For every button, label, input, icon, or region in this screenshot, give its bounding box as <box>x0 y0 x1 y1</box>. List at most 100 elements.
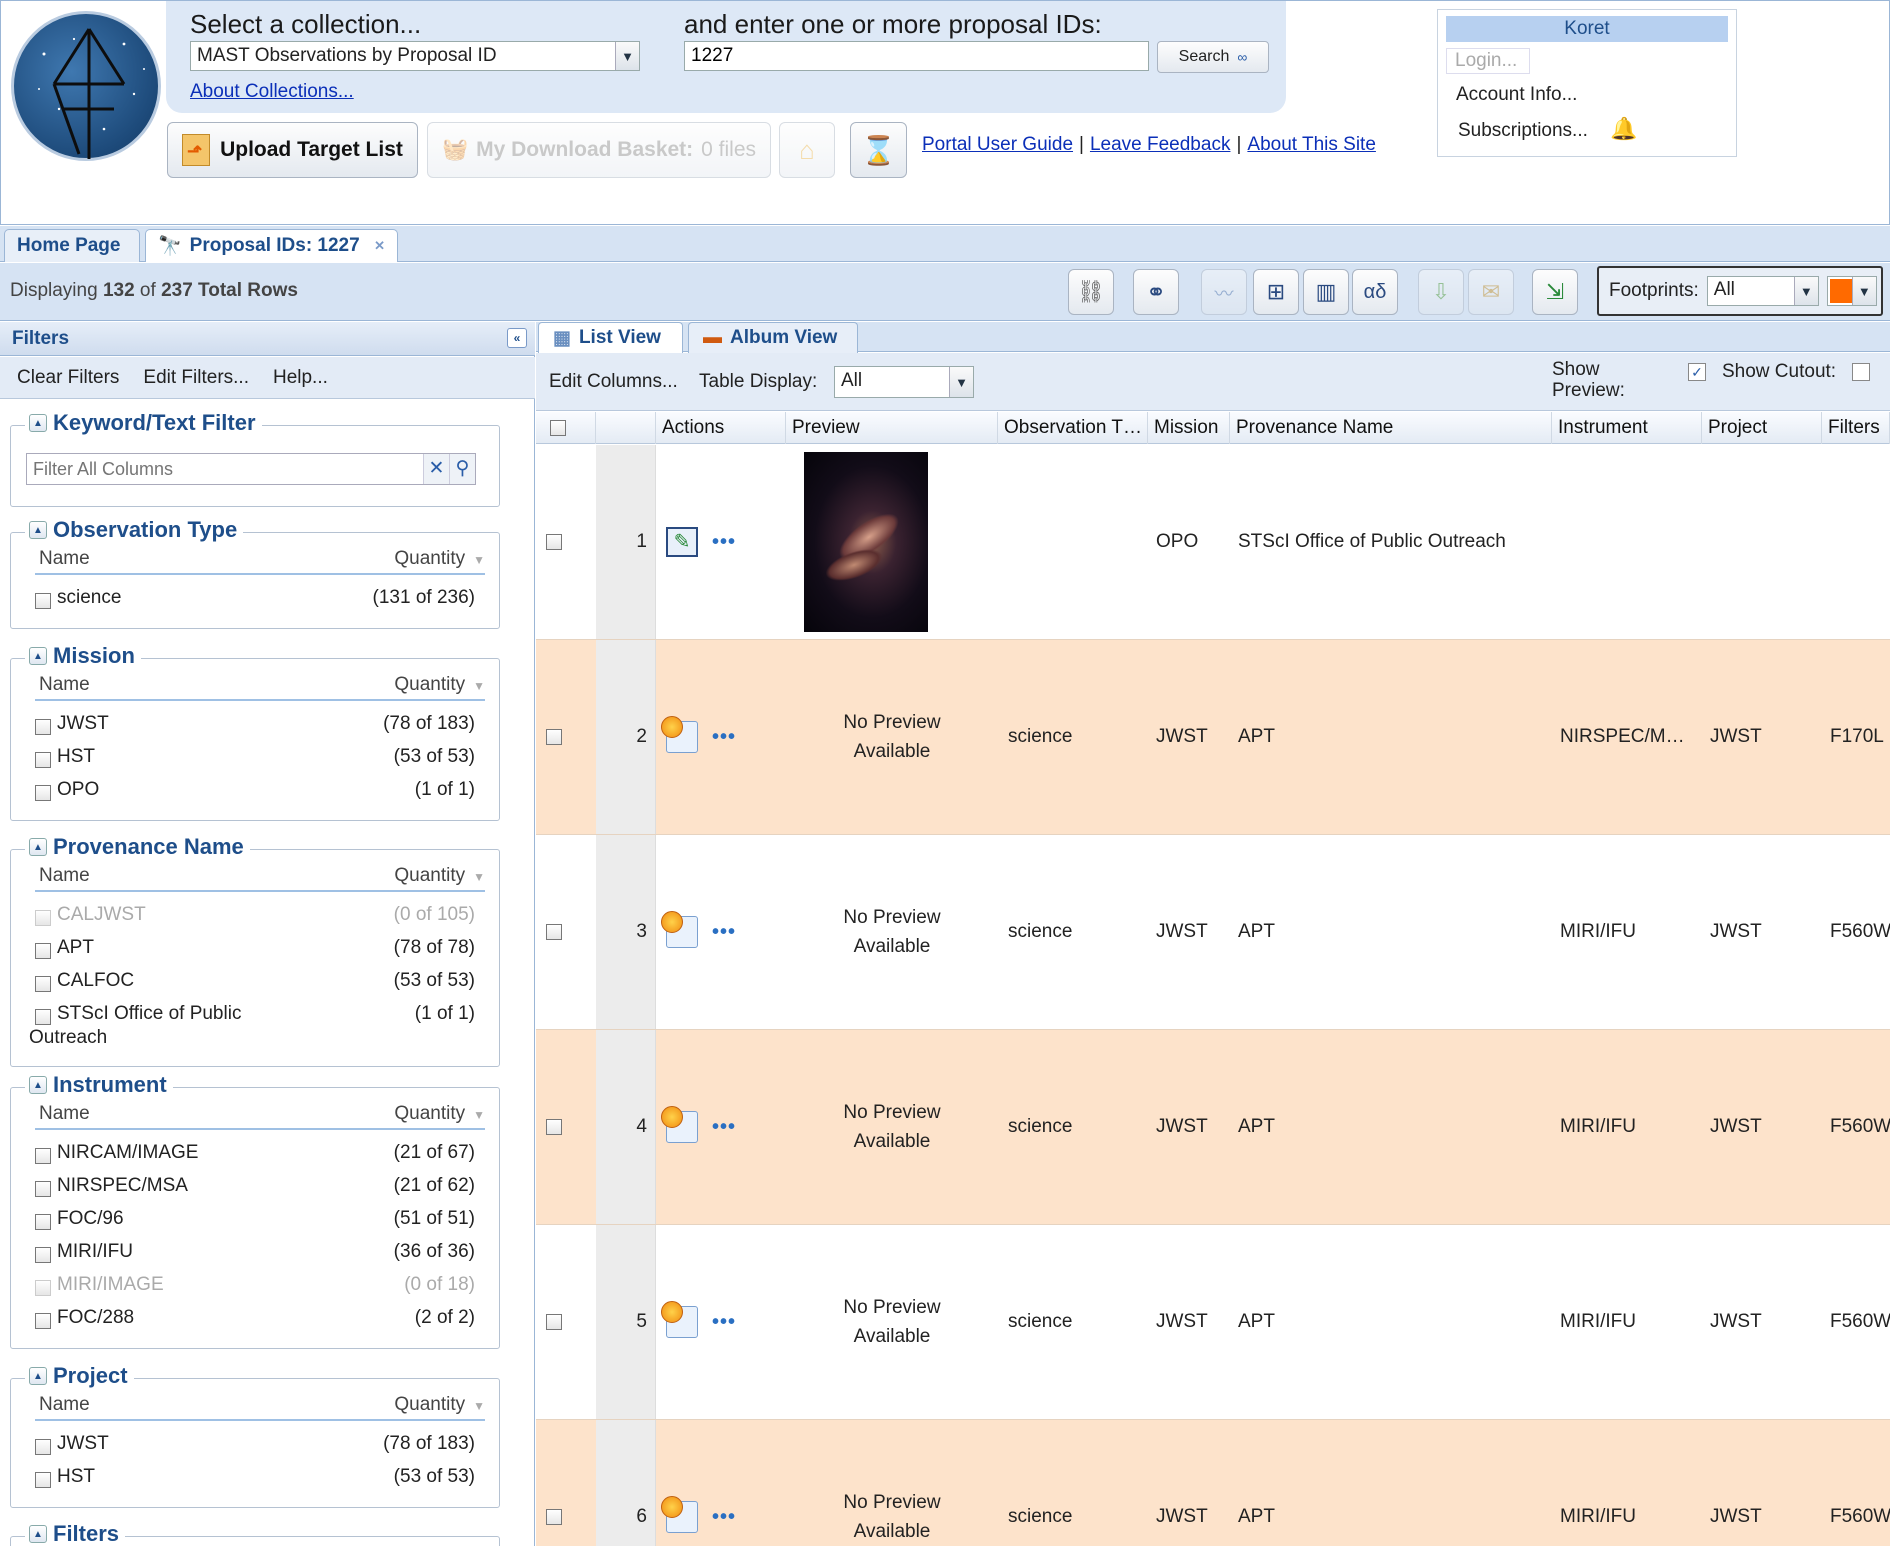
chevron-down-icon[interactable]: ▼ <box>949 367 973 397</box>
collapse-icon[interactable]: ▲ <box>29 414 47 432</box>
about-site-link[interactable]: About This Site <box>1247 134 1376 156</box>
details-icon[interactable] <box>661 1496 698 1533</box>
filter-row[interactable]: MIRI/IMAGE (0 of 18) <box>35 1274 475 1302</box>
more-actions-icon[interactable]: ••• <box>712 531 736 554</box>
row-checkbox[interactable] <box>546 1509 562 1525</box>
portal-user-guide-link[interactable]: Portal User Guide <box>922 134 1073 156</box>
close-icon[interactable]: ✕ <box>374 238 385 254</box>
tab-proposal-ids[interactable]: 🔭 Proposal IDs: 1227 ✕ <box>145 229 398 262</box>
help-button[interactable]: Help... <box>273 367 328 389</box>
edit-filters-button[interactable]: Edit Filters... <box>143 367 249 389</box>
clear-filters-button[interactable]: Clear Filters <box>17 367 119 389</box>
details-icon[interactable] <box>661 911 698 948</box>
row-checkbox[interactable] <box>546 1314 562 1330</box>
clear-icon[interactable]: ✕ <box>423 454 449 484</box>
more-actions-icon[interactable]: ••• <box>712 1506 736 1529</box>
filter-row[interactable]: NIRSPEC/MSA (21 of 62) <box>35 1175 475 1203</box>
table-row[interactable]: 5 ••• No Preview Available science JWST APT MIR… <box>536 1225 1890 1420</box>
bell-icon[interactable]: 🔔 <box>1610 116 1637 142</box>
filter-checkbox[interactable] <box>35 784 51 801</box>
coordinates-button[interactable]: αδ <box>1352 269 1398 315</box>
details-icon[interactable] <box>661 1301 698 1338</box>
more-actions-icon[interactable]: ••• <box>712 1311 736 1334</box>
filter-checkbox[interactable] <box>35 1279 51 1296</box>
more-actions-icon[interactable]: ••• <box>712 921 736 944</box>
link-button[interactable]: ⛓ <box>1068 269 1114 315</box>
filter-row[interactable]: MIRI/IFU (36 of 36) <box>35 1241 475 1269</box>
history-button[interactable]: ⌛ <box>850 122 907 178</box>
chevron-down-icon[interactable]: ▼ <box>1793 277 1818 305</box>
filter-row[interactable]: APT (78 of 78) <box>35 937 475 965</box>
filter-row[interactable]: CALFOC (53 of 53) <box>35 970 475 998</box>
chevron-down-icon[interactable]: ▼ <box>615 42 639 70</box>
quantity-column-label[interactable]: Quantity ▼ <box>394 865 485 887</box>
filter-checkbox[interactable] <box>35 1147 51 1164</box>
tab-home[interactable]: Home Page <box>4 229 140 262</box>
columns-button[interactable]: ▥ <box>1303 269 1349 315</box>
table-display-select[interactable]: All ▼ <box>834 366 974 398</box>
preview-thumbnail[interactable] <box>804 452 928 632</box>
filter-checkbox[interactable] <box>35 975 51 992</box>
basket-add-button[interactable]: ⌂ <box>779 122 835 178</box>
filter-row[interactable]: FOC/288 (2 of 2) <box>35 1307 475 1335</box>
show-cutout-checkbox[interactable] <box>1852 363 1870 381</box>
collapse-icon[interactable]: ▲ <box>29 647 47 665</box>
about-collections-link[interactable]: About Collections... <box>190 81 354 103</box>
row-checkbox[interactable] <box>546 729 562 745</box>
filter-checkbox[interactable] <box>35 718 51 735</box>
filter-row[interactable]: JWST (78 of 183) <box>35 1433 475 1461</box>
col-header-observation-type[interactable]: Observation T… <box>998 412 1148 444</box>
col-header-instrument[interactable]: Instrument <box>1552 412 1702 444</box>
upload-target-list-button[interactable]: ⬏ Upload Target List <box>167 122 418 178</box>
collapse-icon[interactable]: ▲ <box>29 1367 47 1385</box>
more-actions-icon[interactable]: ••• <box>712 1116 736 1139</box>
table-row[interactable]: 2 ••• No Preview Available science JWST APT NIR… <box>536 640 1890 835</box>
col-header-preview[interactable]: Preview <box>786 412 998 444</box>
footprints-select[interactable]: All ▼ <box>1706 276 1819 306</box>
row-checkbox[interactable] <box>546 924 562 940</box>
filter-row[interactable]: JWST (78 of 183) <box>35 713 475 741</box>
proposal-id-input[interactable] <box>684 41 1149 71</box>
table-row[interactable]: 3 ••• No Preview Available science JWST APT MIR… <box>536 835 1890 1030</box>
filter-row[interactable]: OPO (1 of 1) <box>35 779 475 807</box>
filter-row[interactable]: HST (53 of 53) <box>35 1466 475 1494</box>
download-add-button[interactable]: ⇩ <box>1418 269 1464 315</box>
subscriptions-link[interactable]: Subscriptions... <box>1458 120 1588 142</box>
quantity-column-label[interactable]: Quantity ▼ <box>394 1103 485 1125</box>
edit-columns-button[interactable]: Edit Columns... <box>549 371 678 393</box>
filter-checkbox[interactable] <box>35 1213 51 1230</box>
filter-row[interactable]: HST (53 of 53) <box>35 746 475 774</box>
collapse-icon[interactable]: ▲ <box>29 1525 47 1543</box>
chevron-down-icon[interactable]: ▼ <box>1851 277 1876 305</box>
filter-checkbox[interactable] <box>35 1180 51 1197</box>
details-icon[interactable] <box>661 716 698 753</box>
col-header-provenance[interactable]: Provenance Name <box>1230 412 1552 444</box>
col-header-project[interactable]: Project <box>1702 412 1822 444</box>
sort-down-icon[interactable]: ▼ <box>473 1108 485 1122</box>
sort-down-icon[interactable]: ▼ <box>473 553 485 567</box>
row-checkbox[interactable] <box>546 1119 562 1135</box>
leave-feedback-link[interactable]: Leave Feedback <box>1090 134 1231 156</box>
col-header-mission[interactable]: Mission <box>1148 412 1230 444</box>
search-button[interactable]: Search ∞ <box>1157 41 1269 73</box>
collapse-icon[interactable]: ▲ <box>29 1076 47 1094</box>
collapse-icon[interactable]: ▲ <box>29 521 47 539</box>
sort-down-icon[interactable]: ▼ <box>473 870 485 884</box>
login-button[interactable]: Login... <box>1446 48 1530 74</box>
table-row[interactable]: 4 ••• No Preview Available science JWST APT MIR… <box>536 1030 1890 1225</box>
sort-down-icon[interactable]: ▼ <box>473 679 485 693</box>
table-row[interactable]: 6 ••• No Preview Available science JWST APT MIR… <box>536 1420 1890 1546</box>
collection-select[interactable]: MAST Observations by Proposal ID ▼ <box>190 41 640 71</box>
mast-logo[interactable] <box>11 11 161 161</box>
details-icon[interactable] <box>661 1106 698 1143</box>
filter-row[interactable]: FOC/96 (51 of 51) <box>35 1208 475 1236</box>
col-header-filters[interactable]: Filters <box>1822 412 1890 444</box>
collapse-panel-icon[interactable]: « <box>507 328 527 348</box>
quantity-column-label[interactable]: Quantity ▼ <box>394 548 485 570</box>
filter-row[interactable]: science (131 of 236) <box>35 587 475 615</box>
filter-checkbox[interactable] <box>35 1438 51 1455</box>
col-header-actions[interactable]: Actions <box>656 412 786 444</box>
quantity-column-label[interactable]: Quantity ▼ <box>394 1394 485 1416</box>
quantity-column-label[interactable]: Quantity ▼ <box>394 674 485 696</box>
chart-button[interactable]: ⊞ <box>1253 269 1299 315</box>
